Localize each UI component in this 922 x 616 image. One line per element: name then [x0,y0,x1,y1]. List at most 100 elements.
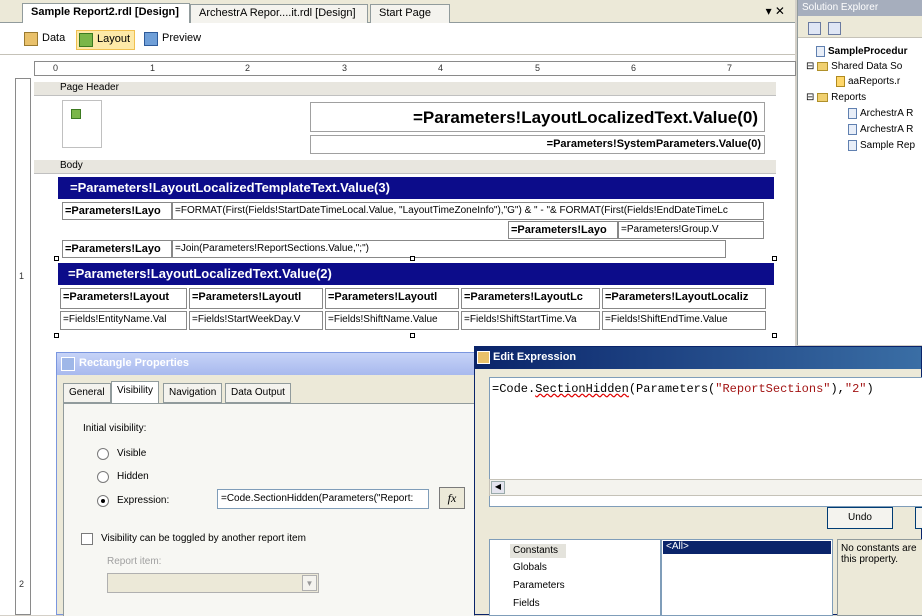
category-globals[interactable]: Globals [513,562,547,573]
category-constants[interactable]: Constants [510,544,566,558]
show-all-files-icon[interactable] [828,22,841,35]
report-item-label: Report item: [107,556,162,567]
body-section-label: Body [34,160,776,174]
parameter-label-cell[interactable]: =Parameters!Layo [62,202,172,220]
tab-close-icon[interactable]: ▾ ✕ [766,4,785,18]
localized-text-band[interactable]: =Parameters!LayoutLocalizedText.Value(2) [58,263,774,285]
tree-item-report[interactable]: ArchestrA R [848,108,913,119]
group-expression-cell[interactable]: =Parameters!Group.V [618,221,764,239]
edit-expression-title: Edit Expression [475,347,921,369]
rectangle-properties-dialog: Rectangle Properties General Visibility … [56,352,480,616]
ruler-tick: 4 [438,63,444,73]
resize-handle[interactable] [54,333,59,338]
ruler-tick: 7 [727,63,733,73]
tab-sample-report2[interactable]: Sample Report2.rdl [Design] [22,3,190,23]
page-header-label: Page Header [60,82,119,93]
logo-image-placeholder[interactable] [62,100,102,148]
visible-label: Visible [117,448,147,459]
category-list[interactable]: Constants Globals Parameters Fields [489,539,661,616]
undo-button[interactable]: Undo [827,507,893,529]
visible-radio[interactable] [97,448,109,460]
hidden-radio[interactable] [97,471,109,483]
horizontal-scrollbar[interactable]: ◀ [489,479,922,496]
data-icon [24,32,38,46]
category-parameters[interactable]: Parameters [513,580,565,591]
report-icon [848,140,857,151]
ruler-tick: 5 [535,63,541,73]
layout-view-button[interactable]: Layout [76,30,136,50]
report-title-textbox[interactable]: =Parameters!LayoutLocalizedText.Value(0) [310,102,765,132]
code-string: "2" [844,382,867,396]
resize-handle[interactable] [772,256,777,261]
fx-button[interactable]: fx [439,487,465,509]
table-header-cell[interactable]: =Parameters!Layoutl [325,288,459,309]
table-header-cell[interactable]: =Parameters!LayoutLc [461,288,600,309]
preview-view-button[interactable]: Preview [142,30,205,50]
tab-start-page[interactable]: Start Page [370,4,450,23]
code-string: "ReportSections" [715,382,831,396]
resize-handle[interactable] [54,256,59,261]
tab-general[interactable]: General [63,383,111,403]
datasource-icon [836,76,845,87]
vertical-ruler: 1 2 [15,78,31,615]
parameter-label-cell[interactable]: =Parameters!Layo [508,221,618,239]
category-fields[interactable]: Fields [513,598,540,609]
edit-expression-dialog: Edit Expression =Code.SectionHidden(Para… [474,346,922,616]
tree-item-datasource[interactable]: aaReports.r [836,76,900,87]
ruler-tick: 2 [19,579,25,589]
preview-icon [144,32,158,46]
report-item-select[interactable]: ▼ [107,573,319,593]
expression-radio[interactable] [97,495,109,507]
horizontal-ruler: 0 1 2 3 4 5 6 7 [34,61,796,76]
toggle-visibility-checkbox[interactable] [81,533,93,545]
tree-item-label: aaReports.r [848,76,901,88]
layout-view-label: Layout [97,33,131,45]
dialog-icon [477,351,490,364]
date-range-expression-cell[interactable]: =FORMAT(First(Fields!StartDateTimeLocal.… [172,202,764,220]
table-header-cell[interactable]: =Parameters!LayoutLocaliz [602,288,766,309]
table-header-cell[interactable]: =Parameters!Layout [60,288,187,309]
resize-handle[interactable] [410,333,415,338]
parameter-label-cell[interactable]: =Parameters!Layo [62,240,172,258]
tab-visibility[interactable]: Visibility [111,381,159,404]
report-subtitle-textbox[interactable]: =Parameters!SystemParameters.Value(0) [310,135,765,154]
page-header-section-label: Page Header [34,82,776,96]
ruler-tick: 0 [53,63,59,73]
expression-label: Expression: [117,495,170,506]
table-header-cell[interactable]: =Parameters!Layoutl [189,288,323,309]
report-sections-expression-cell[interactable]: =Join(Parameters!ReportSections.Value,";… [172,240,726,258]
ruler-tick: 6 [631,63,637,73]
scroll-left-icon[interactable]: ◀ [491,481,505,494]
properties-icon[interactable] [808,22,821,35]
tree-item-report[interactable]: Sample Rep [848,140,915,151]
item-list[interactable]: <All> [661,539,833,616]
tree-item-label: SampleProcedur [828,46,908,58]
data-view-button[interactable]: Data [22,30,69,50]
table-field-cell[interactable]: =Fields!ShiftName.Value [325,311,459,330]
tab-data-output[interactable]: Data Output [225,383,291,403]
code-text: (Parameters( [628,382,716,396]
dialog-button-edge[interactable] [915,507,922,529]
tree-item-project[interactable]: SampleProcedur [816,46,907,57]
table-field-cell[interactable]: =Fields!ShiftEndTime.Value [602,311,766,330]
preview-view-label: Preview [162,32,202,44]
ruler-tick: 1 [19,271,25,281]
tree-item-report[interactable]: ArchestrA R [848,124,913,135]
tab-archestra-report[interactable]: ArchestrA Repor....it.rdl [Design] [190,4,368,23]
resize-handle[interactable] [772,333,777,338]
item-all[interactable]: <All> [663,541,831,554]
rectangle-properties-title: Rectangle Properties [57,353,479,375]
folder-icon [817,61,829,71]
table-field-cell[interactable]: =Fields!EntityName.Val [60,311,187,330]
tree-item-label: ArchestrA R [860,124,914,136]
chevron-down-icon[interactable]: ▼ [302,575,317,591]
tree-item-reports[interactable]: ⊟ Reports [806,92,866,103]
resize-handle[interactable] [410,256,415,261]
table-field-cell[interactable]: =Fields!StartWeekDay.V [189,311,323,330]
tab-navigation[interactable]: Navigation [163,383,223,403]
template-text-band[interactable]: =Parameters!LayoutLocalizedTemplateText.… [58,177,774,199]
expression-input[interactable]: =Code.SectionHidden(Parameters("Report: [217,489,429,509]
table-field-cell[interactable]: =Fields!ShiftStartTime.Va [461,311,600,330]
tree-item-shared-data-sources[interactable]: ⊟ Shared Data So [806,61,902,72]
tree-item-label: ArchestrA R [860,108,914,120]
